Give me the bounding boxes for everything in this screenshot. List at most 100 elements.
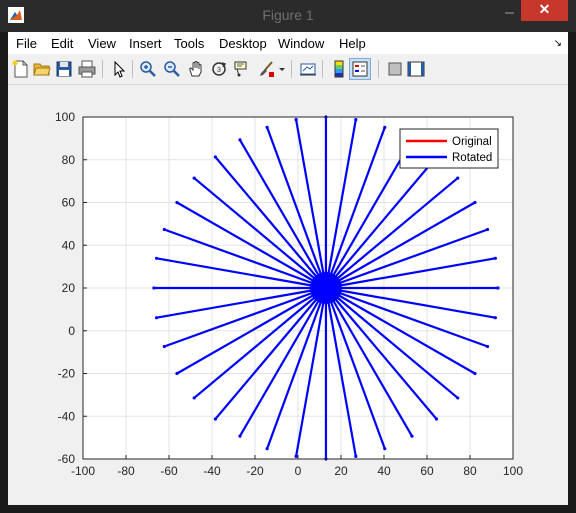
rotated-endpoint	[175, 371, 179, 376]
svg-text:3: 3	[217, 67, 221, 74]
close-icon: ✕	[538, 1, 551, 17]
menu-view[interactable]: View	[88, 36, 116, 51]
rotated-endpoint	[410, 434, 414, 438]
legend[interactable]: Original Rotated	[399, 128, 499, 169]
y-tick-label: -40	[58, 409, 76, 423]
rotated-endpoint	[493, 316, 497, 320]
rotated-endpoint	[192, 396, 196, 400]
x-tick-label: 100	[503, 464, 523, 478]
y-tick-label: 80	[62, 153, 76, 167]
x-tick-label: 60	[420, 464, 434, 478]
x-tick-label: 80	[463, 464, 477, 478]
brush-icon[interactable]	[257, 60, 275, 78]
legend-rotated-label: Rotated	[452, 152, 492, 164]
rotated-endpoint	[496, 286, 500, 290]
x-tick-label: 40	[377, 464, 391, 478]
x-tick-label: -60	[160, 464, 178, 478]
y-tick-label: 40	[62, 238, 76, 252]
link-plot-icon[interactable]	[299, 60, 317, 78]
rotated-endpoint	[162, 344, 166, 349]
rotated-endpoint	[238, 434, 242, 438]
rotated-endpoint	[473, 200, 477, 205]
menu-edit[interactable]: Edit	[51, 36, 73, 51]
menu-insert[interactable]: Insert	[129, 36, 162, 51]
menu-tools[interactable]: Tools	[174, 36, 204, 51]
x-tick-label: -20	[246, 464, 264, 478]
rotate-3d-icon[interactable]: 3	[210, 60, 228, 78]
new-figure-icon[interactable]	[12, 60, 30, 78]
y-axis-ticks: -60 -40 -20 0 20 40 60 80 100	[55, 110, 87, 466]
rotated-endpoint	[294, 117, 298, 122]
rotated-endpoint	[162, 227, 166, 232]
y-tick-label: 20	[62, 281, 76, 295]
rotated-center-cluster	[309, 272, 342, 304]
plot-svg: -100 -80 -60 -40 -20 0 20 40 60 80 100 -60 -40 -20 0 2…	[55, 110, 523, 478]
rotated-endpoint	[152, 286, 156, 290]
rotated-endpoint	[354, 454, 358, 459]
x-tick-label: -100	[71, 464, 95, 478]
rotated-endpoint	[383, 447, 387, 451]
rotated-endpoint	[154, 316, 159, 320]
print-icon[interactable]	[78, 60, 96, 78]
legend-button[interactable]	[349, 58, 371, 80]
rotated-endpoint	[493, 256, 497, 260]
window-border	[0, 505, 576, 513]
rotated-endpoint	[238, 138, 242, 142]
legend-original-label: Original	[452, 136, 492, 148]
zoom-out-icon[interactable]	[163, 60, 181, 78]
rotated-endpoint	[154, 256, 159, 260]
rotated-endpoint	[473, 371, 477, 376]
menu-file[interactable]: File	[16, 36, 37, 51]
figure-window: Figure 1 ✕ File Edit View Insert Tools D…	[0, 0, 576, 513]
show-plot-tools-icon[interactable]	[407, 60, 425, 78]
data-cursor-icon[interactable]	[233, 60, 251, 78]
rotated-endpoint	[175, 200, 179, 205]
rotated-endpoint	[294, 454, 298, 459]
x-tick-label: -80	[117, 464, 135, 478]
x-tick-label: -40	[203, 464, 221, 478]
toolbar-separator	[322, 60, 323, 78]
save-icon[interactable]	[55, 60, 73, 78]
hide-plot-tools-icon[interactable]	[386, 60, 404, 78]
toolbar-separator	[132, 60, 133, 78]
y-tick-label: -60	[58, 452, 76, 466]
menu-bar: File Edit View Insert Tools Desktop Wind…	[8, 32, 568, 54]
legend-icon	[352, 61, 368, 77]
minimize-button[interactable]	[496, 1, 522, 21]
toolbar-separator	[378, 60, 379, 78]
y-tick-label: 60	[62, 196, 76, 210]
x-tick-label: 20	[334, 464, 348, 478]
rotated-endpoint	[213, 417, 217, 421]
window-title: Figure 1	[262, 7, 314, 23]
figure-toolbar: 3	[8, 54, 568, 85]
rotated-endpoint	[265, 125, 269, 129]
toolbar-separator	[291, 60, 292, 78]
rotated-endpoint	[456, 396, 460, 400]
pan-hand-icon[interactable]	[187, 60, 205, 78]
title-bar: Figure 1 ✕	[0, 0, 576, 32]
dock-arrow-icon[interactable]: ↘	[554, 38, 562, 49]
menu-desktop[interactable]: Desktop	[219, 36, 267, 51]
zoom-in-icon[interactable]	[139, 60, 157, 78]
rotated-endpoint	[485, 227, 490, 232]
rotated-endpoint	[456, 176, 460, 180]
edit-plot-arrow-icon[interactable]	[110, 60, 128, 78]
rotated-endpoint	[434, 417, 439, 421]
rotated-endpoint	[192, 176, 196, 180]
menu-window[interactable]: Window	[278, 36, 324, 51]
brush-dropdown-icon[interactable]	[277, 60, 287, 78]
rotated-endpoint	[213, 155, 217, 159]
toolbar-separator	[102, 60, 103, 78]
y-tick-label: -20	[58, 367, 76, 381]
open-file-icon[interactable]	[33, 60, 51, 78]
close-button[interactable]: ✕	[521, 0, 568, 21]
menu-help[interactable]: Help	[339, 36, 366, 51]
figure-canvas: -100 -80 -60 -40 -20 0 20 40 60 80 100 -60 -40 -20 0 2…	[8, 85, 568, 505]
y-tick-label: 100	[55, 110, 75, 124]
rotated-endpoint	[354, 117, 358, 122]
rotated-endpoint	[485, 344, 490, 349]
x-tick-label: 0	[295, 464, 302, 478]
y-tick-label: 0	[68, 324, 75, 338]
colorbar-icon[interactable]	[330, 60, 348, 78]
rotated-endpoint	[265, 447, 269, 451]
